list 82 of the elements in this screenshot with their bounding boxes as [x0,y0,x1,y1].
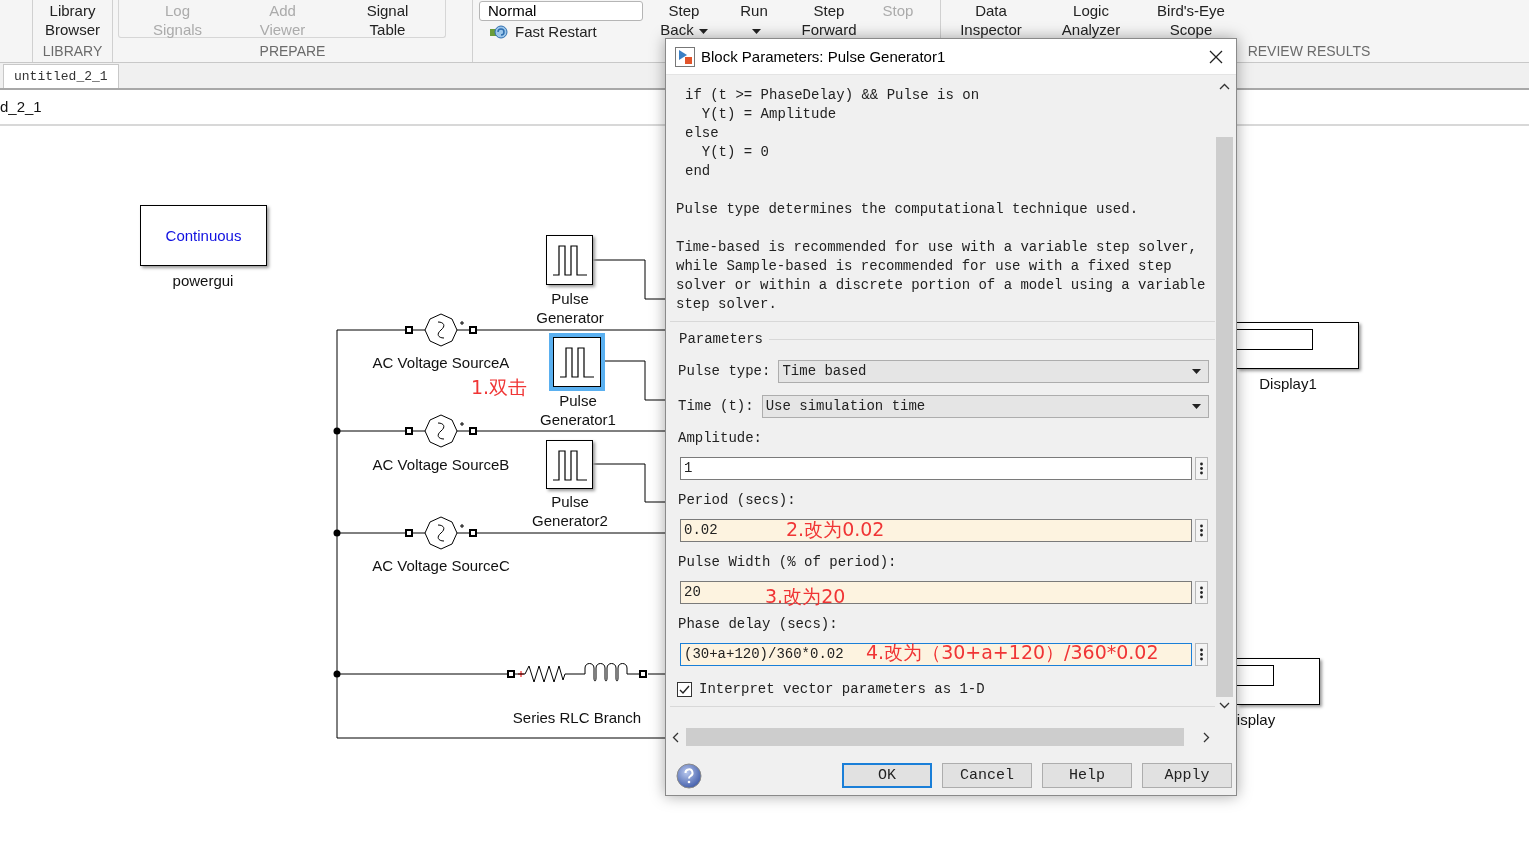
checkmark-icon [679,684,690,695]
display-block[interactable] [1237,658,1320,705]
annotation-text: 4.改为（30+a+120）/360*0.02 [866,641,1159,663]
block-parameters-icon [675,46,695,67]
caret-icon [752,28,761,34]
block-label: AC Voltage SourceA [371,353,511,372]
pulse-wave-icon [551,243,588,277]
toolbar-button[interactable]: Step Forward [789,1,869,39]
vertical-dots-icon [1200,586,1203,599]
toolbar-button[interactable]: Data Inspector [941,1,1041,39]
dialog-button[interactable]: OK [842,763,932,788]
block-label: Pulse Generator [535,289,605,327]
annotation-text: 1.双击 [471,376,528,398]
parameter-label: Pulse Width (% of period): [678,553,898,572]
dropdown[interactable]: Use simulation time [761,395,1209,418]
model-tab[interactable]: untitled_2_1 [3,64,119,88]
parameter-label: Time (t): [678,397,754,416]
parameter-label: Phase delay (secs): [678,615,839,634]
window-title: Block Parameters: Pulse Generator1 [701,48,947,65]
scrollbar-thumb[interactable] [1216,137,1233,697]
help-icon[interactable] [676,762,702,789]
vertical-dots-icon [1200,462,1203,475]
more-options-button[interactable] [1195,643,1208,666]
scroll-right-icon[interactable] [1203,731,1210,743]
code-description: if (t >= PhaseDelay) && Pulse is on Y(t) = Amplitude else Y(t) = 0 end [684,86,981,181]
dropdown[interactable]: Time based [778,360,1209,383]
fast-restart-icon [489,23,509,40]
powergui-block[interactable]: Continuous [140,205,267,266]
dialog-button[interactable]: Help [1042,763,1132,788]
block-label: AC Voltage SourceC [371,556,511,575]
pulse-wave-icon [551,447,588,482]
section-title: LIBRARY [42,43,103,59]
block-label: AC Voltage SourceB [371,455,511,474]
toolbar-button[interactable]: Library Browser [33,1,112,39]
description-text: Time-based is recommended for use with a variable step solver, while Sample-based is recommended for use with a fixed step solver or within a discrete portion of a model using a variable step solver. [676,238,1207,314]
breadcrumb[interactable]: d_2_1 [0,98,42,115]
junction-dot [333,529,341,537]
junction-dot [333,427,341,435]
dialog-button[interactable]: Cancel [942,763,1032,788]
checkbox-label: Interpret vector parameters as 1-D [699,680,985,699]
checkbox[interactable] [677,682,692,697]
toolbar-button[interactable]: Run [719,1,789,39]
annotation-text: 3.改为20 [765,585,846,607]
caret-icon [1192,369,1201,374]
vertical-dots-icon [1200,648,1203,661]
toolbar-button[interactable]: Logic Analyzer [1041,1,1141,39]
close-icon[interactable] [1209,49,1223,64]
pulse-wave-icon [559,345,595,379]
block-label: isplay [1235,710,1277,729]
vertical-dots-icon [1200,524,1203,537]
toolbar-button[interactable]: Signal Table [335,1,440,37]
caret-icon [698,28,708,34]
more-options-button[interactable] [1195,457,1208,480]
display-block[interactable] [1237,322,1359,369]
parameter-label: Period (secs): [678,491,797,510]
text-field[interactable]: 1 [680,457,1192,480]
block-label: Pulse Generator2 [531,492,609,530]
fast-restart-button[interactable]: Fast Restart [479,22,649,41]
simulation-mode-dropdown[interactable]: Normal [479,1,643,21]
scroll-left-icon[interactable] [672,731,679,743]
section-title: REVIEW RESULTS [1247,43,1371,59]
annotation-text: 2.改为0.02 [786,518,885,540]
toolbar-button[interactable]: Bird's-Eye Scope [1141,1,1241,39]
parameter-label: Amplitude: [678,429,763,448]
description-text: Pulse type determines the computational technique used. [676,200,1140,219]
block-label: Pulse Generator1 [539,391,617,429]
block-label: Series RLC Branch [511,708,643,727]
block-label: Display1 [1258,374,1318,393]
block-label: powergui [171,271,235,290]
scrollbar-thumb[interactable] [686,728,1184,746]
more-options-button[interactable] [1195,581,1208,604]
dialog-button[interactable]: Apply [1142,763,1232,788]
toolbar-button[interactable]: Step Back [649,1,719,39]
pulse-generator-block[interactable] [549,333,605,391]
parameter-label: Pulse type: [678,362,771,381]
group-title: Parameters [678,330,763,349]
scroll-down-icon[interactable] [1219,702,1230,709]
section-title: PREPARE [259,43,326,59]
caret-icon [1192,404,1201,409]
junction-dot [333,670,341,678]
more-options-button[interactable] [1195,519,1208,542]
scroll-up-icon[interactable] [1219,83,1230,90]
